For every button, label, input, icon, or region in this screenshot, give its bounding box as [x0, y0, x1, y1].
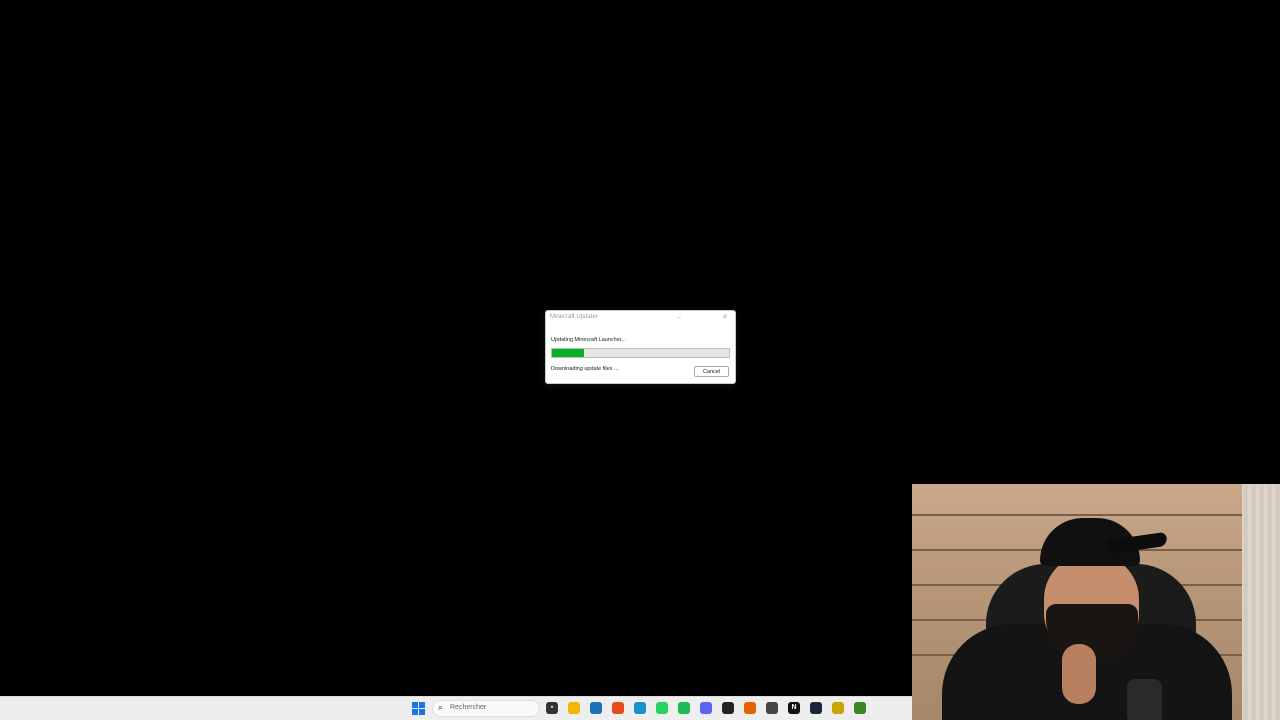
minecraft-updater-dialog: Minecraft Updater – ✕ Updating Minecraft… [545, 310, 736, 384]
wall-plank [912, 514, 1280, 516]
task-view-icon[interactable]: ▪ [546, 702, 558, 714]
start-button[interactable] [412, 702, 425, 715]
steam-icon[interactable] [810, 702, 822, 714]
taskbar-search[interactable]: ⌕ Rechercher [432, 700, 540, 717]
search-icon: ⌕ [438, 702, 444, 712]
app-dark-red-icon[interactable] [722, 702, 734, 714]
progress-fill [552, 349, 584, 357]
close-button[interactable]: ✕ [718, 313, 732, 323]
update-status-text: Updating Minecraft Launcher... [551, 337, 626, 343]
app-gold-icon[interactable] [832, 702, 844, 714]
windows-logo-pane [419, 702, 425, 708]
minimize-button[interactable]: – [672, 313, 686, 323]
windows-logo-pane [412, 709, 418, 715]
discord-icon[interactable] [700, 702, 712, 714]
brave-icon[interactable] [612, 702, 624, 714]
curtain [1242, 484, 1280, 720]
search-placeholder: Rechercher [450, 704, 487, 711]
whatsapp-icon[interactable] [656, 702, 668, 714]
dialog-title: Minecraft Updater [550, 314, 598, 320]
progress-bar [551, 348, 730, 358]
microphone [1127, 679, 1162, 720]
app-yellow-icon[interactable] [766, 702, 778, 714]
cancel-button[interactable]: Cancel [694, 366, 729, 377]
windows-logo-pane [419, 709, 425, 715]
download-status-text: Downloading update files ... [551, 366, 619, 372]
webcam-overlay [912, 484, 1280, 720]
spotify-icon[interactable] [678, 702, 690, 714]
dialog-titlebar[interactable]: Minecraft Updater – ✕ [546, 311, 735, 325]
store-icon[interactable] [590, 702, 602, 714]
notion-icon[interactable]: N [788, 702, 800, 714]
person-hand [1062, 644, 1096, 704]
edge-icon[interactable] [634, 702, 646, 714]
taskbar: ⌕ Rechercher ▪ N [0, 696, 912, 720]
minecraft-icon[interactable] [854, 702, 866, 714]
windows-logo-icon [412, 702, 418, 708]
file-explorer-icon[interactable] [568, 702, 580, 714]
firefox-icon[interactable] [744, 702, 756, 714]
